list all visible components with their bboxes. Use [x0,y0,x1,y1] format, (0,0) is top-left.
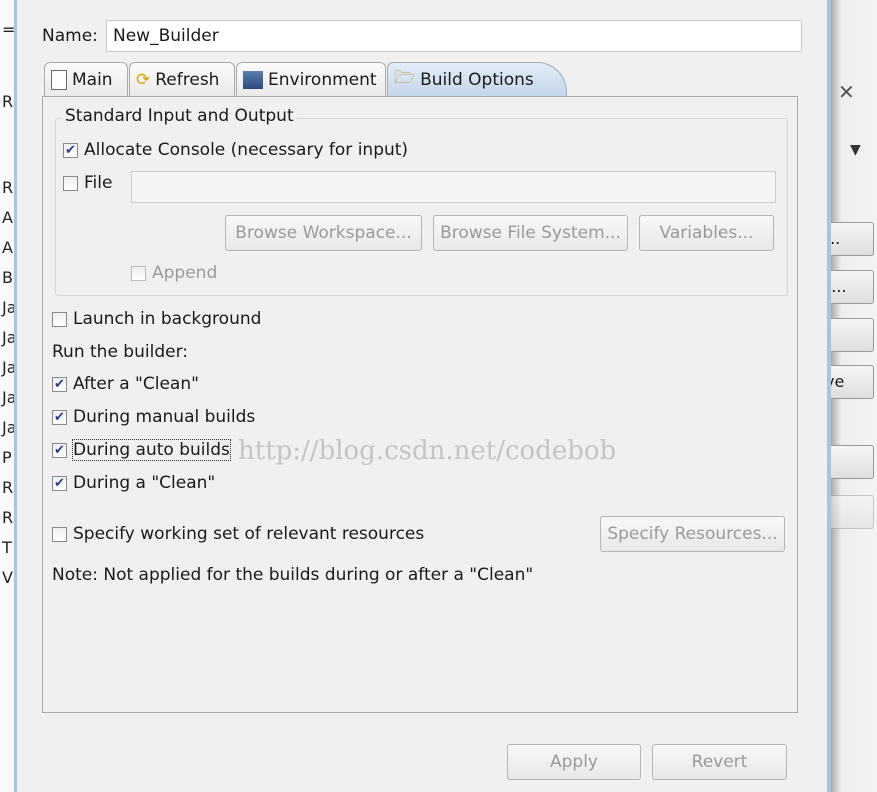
auto-builds-checkbox[interactable]: ✔ During auto builds [52,439,231,461]
note-text: Note: Not applied for the builds during … [52,565,534,585]
revert-button[interactable]: Revert [652,744,787,780]
checkbox-checked-icon: ✔ [52,475,67,491]
refresh-icon: ⟳ [136,69,151,90]
bg-item: V [2,568,13,587]
document-icon [51,69,67,90]
after-clean-checkbox[interactable]: ✔ After a "Clean" [52,374,199,394]
launch-background-checkbox[interactable]: Launch in background [52,309,261,329]
bg-item: R [2,478,14,497]
apply-button[interactable]: Apply [507,744,641,780]
chevron-down-icon[interactable]: ▼ [850,142,861,158]
name-label: Name: [42,26,98,46]
bg-item: A [2,208,13,227]
name-input[interactable]: New_Builder [106,20,802,52]
variables-button[interactable]: Variables... [639,215,774,251]
bg-item: R [2,178,14,197]
browse-workspace-button[interactable]: Browse Workspace... [225,215,422,251]
checkbox-icon [63,175,78,191]
tab-label: Environment [268,69,377,90]
append-checkbox[interactable]: Append [131,263,217,283]
close-icon[interactable]: ✕ [838,80,855,104]
browse-file-system-button[interactable]: Browse File System... [433,215,628,251]
checkbox-label: During manual builds [73,407,256,427]
checkbox-checked-icon: ✔ [63,142,78,158]
checkbox-label: Append [152,263,218,283]
tab-label: Build Options [420,69,534,90]
working-set-checkbox[interactable]: Specify working set of relevant resource… [52,524,424,544]
specify-resources-button[interactable]: Specify Resources... [600,516,785,552]
checkbox-label: After a "Clean" [73,374,199,394]
checkbox-label: During auto builds [72,439,231,461]
checkbox-label: File [84,173,113,193]
tab-environment[interactable]: Environment [236,62,386,96]
watermark: http://blog.csdn.net/codebob [238,436,617,466]
checkbox-checked-icon: ✔ [52,376,67,392]
checkbox-checked-icon: ✔ [52,442,67,458]
checkbox-label: Launch in background [73,309,262,329]
bg-item: B [2,268,13,287]
bg-item: A [2,238,13,257]
checkbox-label: Specify working set of relevant resource… [73,524,425,544]
tab-build-options[interactable]: 🗁 Build Options [387,62,567,96]
checkbox-icon [52,311,67,327]
tab-label: Main [72,69,113,90]
background-list: = R R A A B Ja Ja Ja Ja Ja P R R T V [0,0,15,792]
bg-item: R [2,508,14,527]
allocate-console-checkbox[interactable]: ✔ Allocate Console (necessary for input) [63,140,408,160]
tab-main[interactable]: Main [44,62,128,96]
environment-icon [243,70,263,89]
tab-refresh[interactable]: ⟳ Refresh [129,62,235,96]
manual-builds-checkbox[interactable]: ✔ During manual builds [52,407,255,427]
group-title: Standard Input and Output [62,106,297,126]
checkbox-icon [131,265,146,281]
tab-label: Refresh [155,69,220,90]
folder-open-icon: 🗁 [394,68,416,88]
checkbox-checked-icon: ✔ [52,409,67,425]
during-clean-checkbox[interactable]: ✔ During a "Clean" [52,473,215,493]
bg-item: P [2,448,12,467]
checkbox-icon [52,526,67,542]
file-checkbox[interactable]: File [63,173,112,193]
checkbox-label: During a "Clean" [73,473,216,493]
run-builder-label: Run the builder: [52,342,188,362]
checkbox-label: Allocate Console (necessary for input) [84,140,409,160]
bg-item: R [2,92,14,111]
bg-item: T [2,538,12,557]
file-input[interactable] [131,171,776,203]
